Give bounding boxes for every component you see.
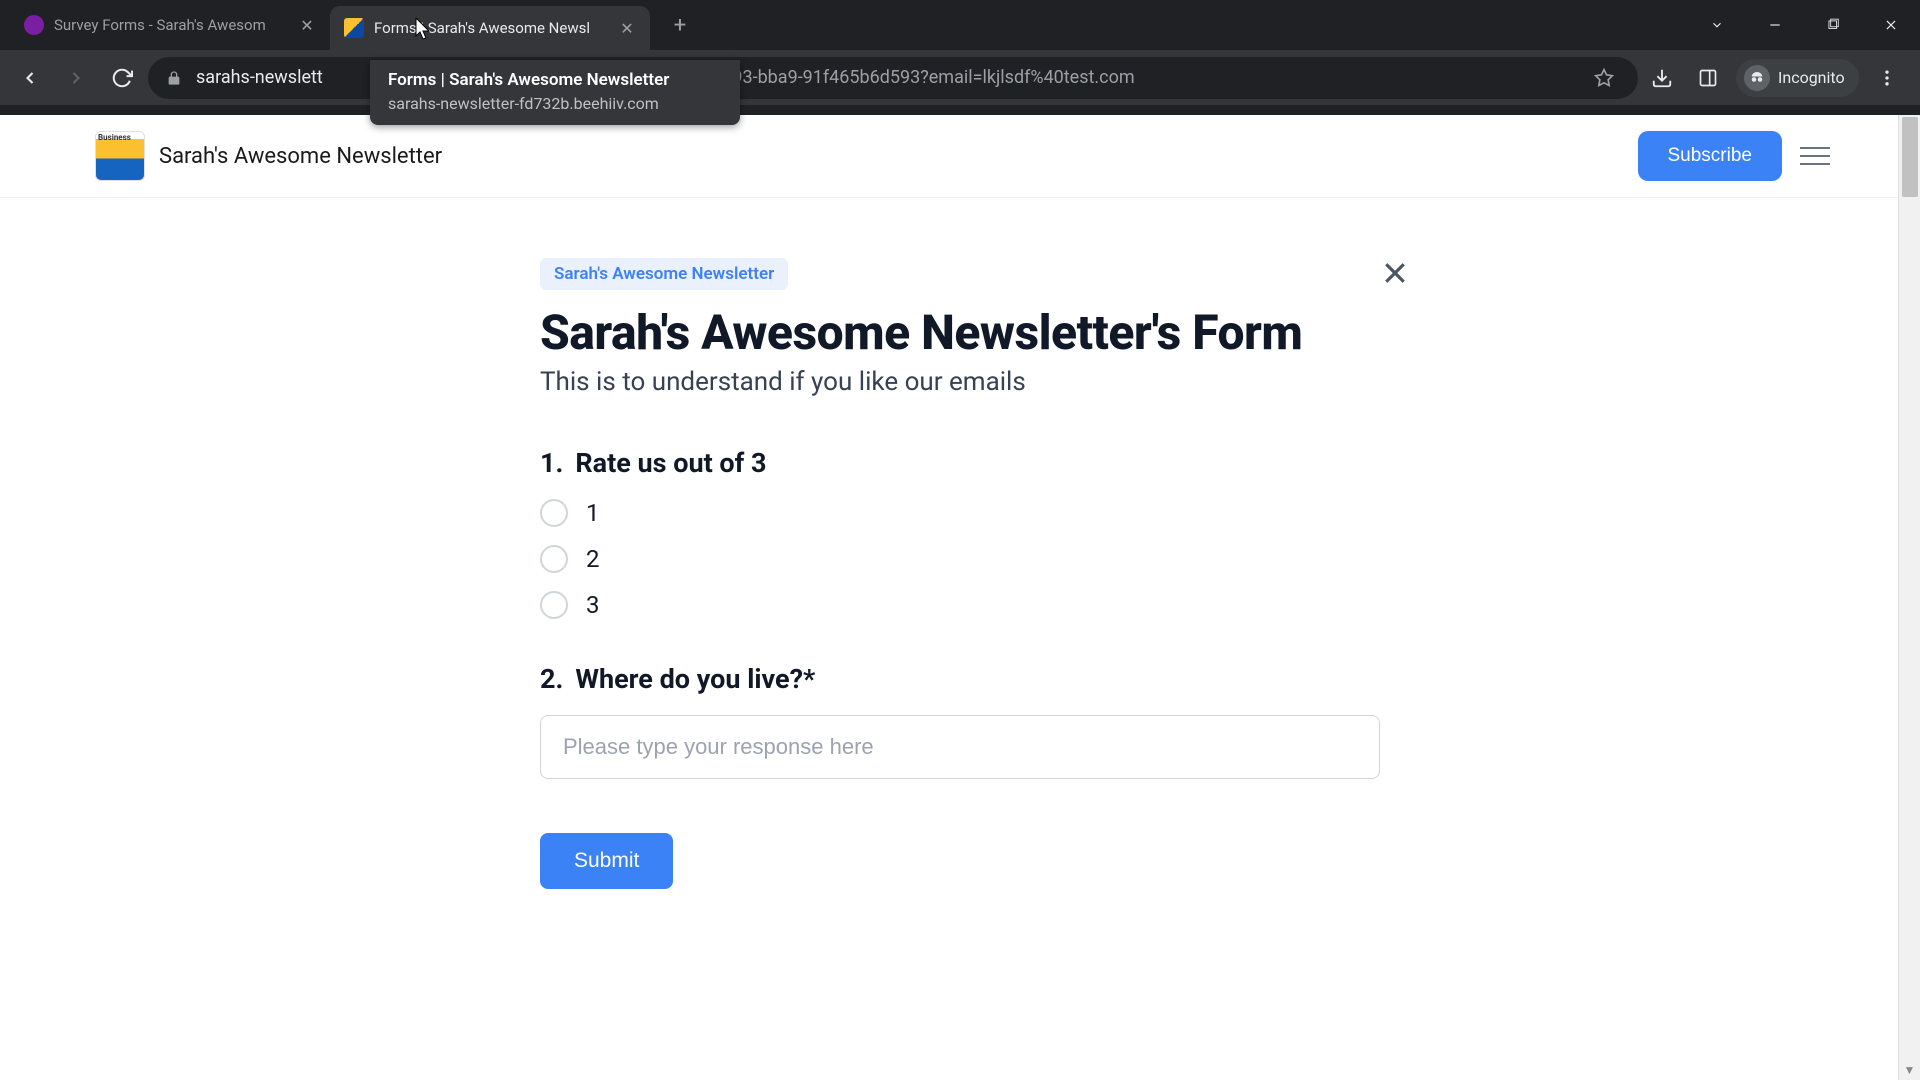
incognito-badge[interactable]: Incognito	[1736, 59, 1859, 97]
tooltip-title: Forms | Sarah's Awesome Newsletter	[388, 70, 722, 90]
form-container: Sarah's Awesome Newsletter Sarah's Aweso…	[520, 258, 1400, 889]
close-form-icon[interactable]	[1380, 258, 1410, 292]
url-text: sarahs-newslett	[196, 67, 323, 88]
submit-button[interactable]: Submit	[540, 833, 673, 889]
minimize-icon[interactable]	[1746, 0, 1804, 50]
radio-label: 1	[586, 499, 600, 527]
close-tab-icon[interactable]: ✕	[618, 19, 636, 37]
kebab-menu-icon[interactable]	[1869, 60, 1905, 96]
radio-option-1[interactable]: 1	[540, 499, 1380, 527]
question-number: 1.	[540, 447, 563, 479]
brand[interactable]: Sarah's Awesome Newsletter	[95, 131, 442, 181]
form-subtitle: This is to understand if you like our em…	[540, 367, 1380, 397]
tab-title: Forms | Sarah's Awesome Newsl	[374, 19, 612, 37]
toolbar: sarahs-newslett 583-4793-bba9-91f465b6d5…	[0, 50, 1920, 105]
tab-forms[interactable]: Forms | Sarah's Awesome Newsl ✕	[330, 6, 650, 50]
radio-label: 2	[586, 545, 600, 573]
url-text-right: 583-4793-bba9-91f465b6d593?email=lkjlsdf…	[677, 67, 1135, 88]
favicon-icon	[344, 18, 364, 38]
question-text: Rate us out of 3	[575, 447, 766, 479]
radio-option-2[interactable]: 2	[540, 545, 1380, 573]
scroll-down-icon[interactable]: ▼	[1904, 1063, 1916, 1077]
question-rating: 1. Rate us out of 3 1 2 3	[540, 447, 1380, 619]
download-icon[interactable]	[1644, 60, 1680, 96]
menu-icon[interactable]	[1800, 147, 1830, 165]
tab-title: Survey Forms - Sarah's Awesom	[54, 16, 292, 34]
tab-tooltip: Forms | Sarah's Awesome Newsletter sarah…	[370, 60, 740, 125]
chevron-down-icon[interactable]	[1688, 0, 1746, 50]
site-header: Sarah's Awesome Newsletter Subscribe	[0, 115, 1920, 198]
radio-label: 3	[586, 591, 600, 619]
subscribe-button[interactable]: Subscribe	[1638, 131, 1783, 181]
close-tab-icon[interactable]: ✕	[298, 16, 316, 34]
radio-icon	[540, 591, 568, 619]
form-tag[interactable]: Sarah's Awesome Newsletter	[540, 258, 788, 290]
brand-name: Sarah's Awesome Newsletter	[159, 144, 442, 169]
favicon-icon	[24, 15, 44, 35]
tab-survey-forms[interactable]: Survey Forms - Sarah's Awesom ✕	[10, 3, 330, 47]
tab-bar: Survey Forms - Sarah's Awesom ✕ Forms | …	[0, 0, 1920, 50]
new-tab-button[interactable]: +	[662, 7, 698, 43]
lock-icon	[166, 70, 182, 86]
reload-button[interactable]	[102, 58, 142, 98]
brand-logo-icon	[95, 131, 145, 181]
forward-button[interactable]	[56, 58, 96, 98]
form-title: Sarah's Awesome Newsletter's Form	[540, 304, 1380, 361]
question-location: 2. Where do you live?*	[540, 663, 1380, 779]
tooltip-url: sarahs-newsletter-fd732b.beehiiv.com	[388, 94, 722, 113]
radio-icon	[540, 545, 568, 573]
question-text: Where do you live?*	[575, 663, 815, 695]
incognito-icon	[1744, 65, 1770, 91]
back-button[interactable]	[10, 58, 50, 98]
star-icon[interactable]	[1586, 60, 1622, 96]
radio-option-3[interactable]: 3	[540, 591, 1380, 619]
panel-icon[interactable]	[1690, 60, 1726, 96]
radio-icon	[540, 499, 568, 527]
scrollbar[interactable]: ▼	[1898, 115, 1920, 1080]
maximize-icon[interactable]	[1804, 0, 1862, 50]
question-number: 2.	[540, 663, 563, 695]
location-input[interactable]	[540, 715, 1380, 779]
close-window-icon[interactable]	[1862, 0, 1920, 50]
